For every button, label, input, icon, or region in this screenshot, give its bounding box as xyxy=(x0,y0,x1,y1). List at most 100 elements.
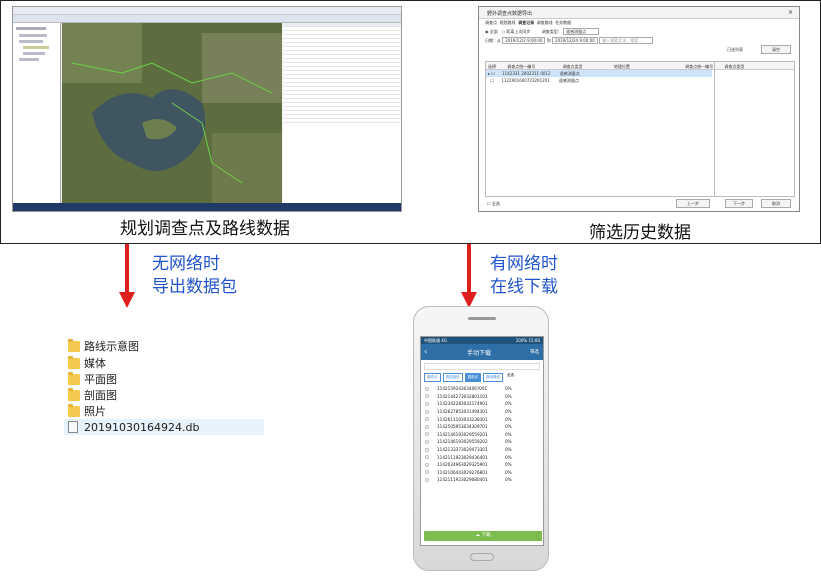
list-item[interactable]: 1142146193029559202 0% xyxy=(421,438,543,446)
radio-icon xyxy=(425,386,429,391)
radio-icon xyxy=(425,447,429,452)
date-to-label: 到 xyxy=(546,38,551,43)
radio-icon xyxy=(425,477,429,482)
folder-icon xyxy=(68,371,80,385)
grid-divider xyxy=(714,62,715,196)
radio-icon xyxy=(425,424,429,429)
folder-icon xyxy=(68,403,80,417)
phone-search-input[interactable]: ⌕ xyxy=(424,363,540,381)
radio-icon xyxy=(425,470,429,475)
tab-survey-route[interactable]: 调查路线 xyxy=(537,20,553,25)
home-button[interactable] xyxy=(470,553,494,561)
gis-screenshot xyxy=(12,6,402,212)
type-select[interactable]: 遥感测量点 xyxy=(563,28,600,35)
gis-taskbar xyxy=(13,203,401,211)
dialog-filter-row: ◉ 全部 ○ 距离上次同步 调查类型： 遥感测量点 xyxy=(479,27,799,36)
list-item[interactable]: 1142342283032174901 0% xyxy=(421,400,543,408)
folder-icon xyxy=(68,355,80,369)
phone-tab-route[interactable]: 路线路线 xyxy=(483,373,503,382)
gis-attribute-table xyxy=(283,23,401,205)
folder-icon xyxy=(68,338,80,352)
folder-photos[interactable]: 照片 xyxy=(68,403,106,419)
tab-planned-route[interactable]: 规划路线 xyxy=(500,20,516,25)
dialog-grid: 选择 调查点统一编号 调查点类型 地理位置 调查点统一编号 调查点类型 ▸ ☐ … xyxy=(485,61,795,197)
col-select: 选择 xyxy=(488,64,496,69)
gis-layer-tree xyxy=(13,23,61,205)
gis-menubar xyxy=(13,7,401,15)
gis-toolbar xyxy=(13,15,401,23)
table-row[interactable]: ☐ 1122901600723291201 遥感测量点 xyxy=(486,77,712,84)
phone-select-all[interactable]: 全选 xyxy=(507,373,514,382)
radio-icon xyxy=(425,455,429,460)
tab-task-data[interactable]: 任务数据 xyxy=(555,20,571,25)
dialog-title: 野外调查点数据导出 xyxy=(479,7,799,19)
tab-survey-record[interactable]: 调查记录 xyxy=(518,20,534,25)
next-button[interactable]: 下一步 xyxy=(725,199,753,208)
date-label: 日期：从 xyxy=(485,38,501,43)
folder-route-sketch[interactable]: 路线示意图 xyxy=(68,338,139,354)
search-input[interactable]: 输入搜索文本，搜索… xyxy=(599,37,654,44)
select-all-checkbox[interactable]: ☐ 全选 xyxy=(487,201,500,207)
table-row[interactable]: ▸ ☐ 1142331 2002311 0012 遥感测量点 xyxy=(486,70,712,77)
back-icon[interactable]: ‹ xyxy=(424,347,427,356)
label-offline: 无网络时 导出数据包 xyxy=(152,254,237,297)
list-item[interactable]: 1142146193029559201 0% xyxy=(421,431,543,439)
filter-button[interactable]: 筛选 xyxy=(530,349,539,355)
phone-screen: 中国联通 4G 100% 15:00 ‹ 手动下载 筛选 ⌕ 调查点 调查路线 调… xyxy=(420,336,544,546)
cancel-button[interactable]: 取消 xyxy=(761,199,791,208)
caption-filter-history: 筛选历史数据 xyxy=(589,223,691,243)
list-item[interactable]: 114215924303406?001 0% xyxy=(421,385,543,393)
list-item[interactable]: 1142111923029080401 0% xyxy=(421,476,543,484)
type-label: 调查类型 xyxy=(541,29,558,34)
folder-icon xyxy=(68,387,80,401)
col-code: 调查点统一编号 xyxy=(507,64,536,69)
list-item[interactable]: 1142505953034309701 0% xyxy=(421,423,543,431)
label-online: 有网络时 在线下载 xyxy=(490,254,558,297)
phone-tab-survey-point[interactable]: 调查点 xyxy=(424,373,441,382)
phone-status-bar: 中国联通 4G 100% 15:00 xyxy=(421,337,543,344)
gis-map[interactable] xyxy=(62,23,282,205)
tab-survey-point[interactable]: 调查点 xyxy=(485,20,497,25)
list-item[interactable]: 1142144273032801101 0% xyxy=(421,393,543,401)
speaker-grille xyxy=(468,317,496,320)
caption-plan-data: 规划调查点及路线数据 xyxy=(120,219,290,239)
list-item[interactable]: 1142611103033238301 0% xyxy=(421,415,543,423)
folder-profile[interactable]: 剖面图 xyxy=(68,387,117,403)
satellite-map-image xyxy=(62,23,282,205)
selected-list-label: 已选列表 xyxy=(727,47,743,52)
radio-icon xyxy=(425,417,429,422)
phone-title: 手动下载 xyxy=(467,350,492,357)
col-type-2: 调查点类型 xyxy=(724,64,745,69)
phone-header: ‹ 手动下载 筛选 xyxy=(421,344,543,360)
col-place: 地理位置 xyxy=(613,64,630,69)
radio-icon xyxy=(425,462,429,467)
list-item[interactable]: 1142106443029276801 0% xyxy=(421,469,543,477)
radio-all[interactable]: 全部 xyxy=(490,29,498,34)
radio-since-sync[interactable]: 距离上次同步 xyxy=(506,29,530,34)
arrow-down-right xyxy=(461,244,477,308)
list-item[interactable]: 1142627853031494301 0% xyxy=(421,408,543,416)
grid-header: 选择 调查点统一编号 调查点类型 地理位置 调查点统一编号 调查点类型 xyxy=(486,62,794,70)
close-icon[interactable]: × xyxy=(788,9,793,16)
col-type: 调查点类型 xyxy=(562,64,583,69)
db-file[interactable]: 20191030164924.db xyxy=(64,419,264,435)
clear-button[interactable]: 清空 xyxy=(761,45,791,54)
file-db-icon xyxy=(68,421,78,433)
radio-icon xyxy=(425,439,429,444)
folder-plan[interactable]: 平面图 xyxy=(68,371,117,387)
date-to-input[interactable]: 2019/12/24 9:00:00 xyxy=(552,37,598,44)
folder-media[interactable]: 媒体 xyxy=(68,355,106,371)
prev-button[interactable]: 上一步 xyxy=(676,199,710,208)
list-item[interactable]: 1142024963029325901 0% xyxy=(421,461,543,469)
phone-tab-survey-route[interactable]: 调查路线 xyxy=(442,373,463,382)
phone-tab-active[interactable]: 调查点 xyxy=(464,373,481,382)
download-button[interactable]: ☁ 下载 xyxy=(424,531,542,541)
dialog-date-row: 日期：从 2019/12/2 9:00:00 到 2019/12/24 9:00… xyxy=(479,36,799,45)
arrow-down-left xyxy=(119,244,135,308)
radio-icon xyxy=(425,394,429,399)
date-from-input[interactable]: 2019/12/2 9:00:00 xyxy=(502,37,546,44)
radio-icon xyxy=(425,401,429,406)
list-item[interactable]: 1142111923029436401 0% xyxy=(421,453,543,461)
list-item[interactable]: 1142133373029473301 0% xyxy=(421,446,543,454)
radio-icon xyxy=(425,432,429,437)
